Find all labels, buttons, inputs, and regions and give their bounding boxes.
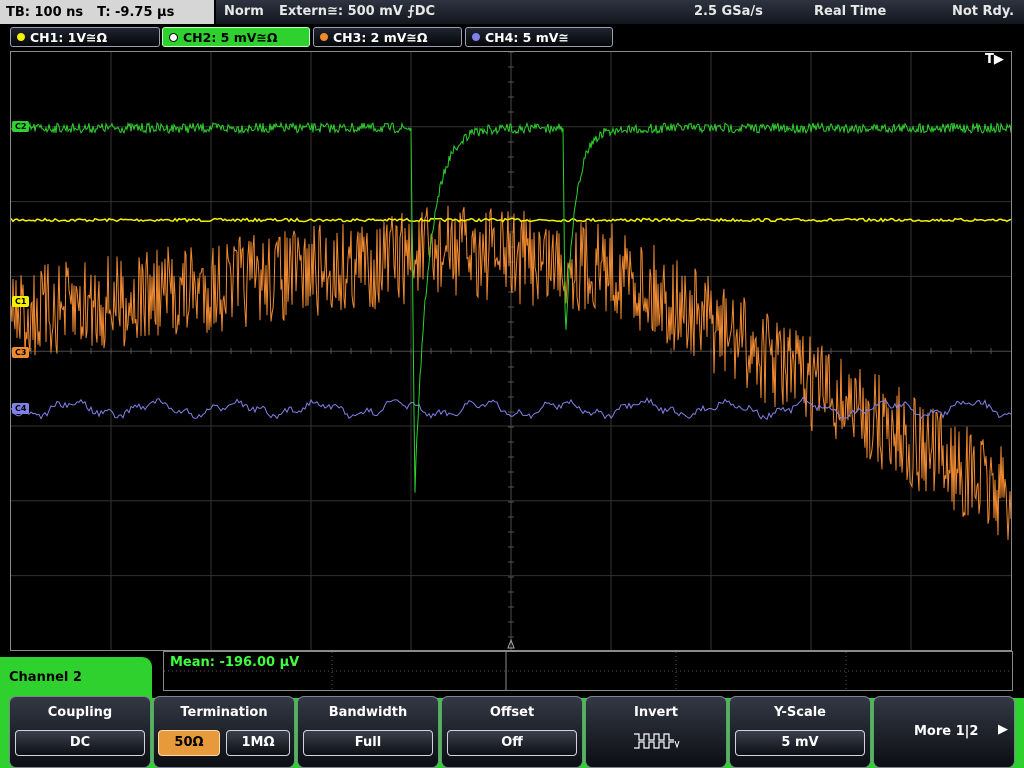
sample-rate: 2.5 GSa/s bbox=[694, 4, 763, 19]
trigger-position-icon: T▶ bbox=[985, 52, 1004, 67]
offset-value[interactable]: Off bbox=[447, 730, 577, 756]
ready-status: Not Rdy. bbox=[952, 4, 1015, 19]
invert-softkey[interactable]: Invert bbox=[585, 696, 727, 768]
yscale-softkey[interactable]: Y-Scale 5 mV bbox=[729, 696, 871, 768]
coupling-softkey[interactable]: Coupling DC bbox=[9, 696, 151, 768]
ch1-dot-icon bbox=[17, 33, 25, 41]
invert-label: Invert bbox=[633, 705, 678, 720]
ch3-label: CH3: 2 mV≅Ω bbox=[333, 29, 428, 45]
ch3-dot-icon bbox=[320, 33, 328, 41]
acquisition-mode: Real Time bbox=[814, 4, 887, 19]
termination-1m-ohm[interactable]: 1MΩ bbox=[226, 730, 290, 756]
trigger-time: T: -9.75 µs bbox=[97, 4, 175, 20]
tab-ch2[interactable]: CH2: 5 mV≅Ω bbox=[162, 27, 310, 47]
grid-lines bbox=[11, 52, 1011, 650]
trigger-setting[interactable]: Extern≅: 500 mV ⨍DC bbox=[279, 4, 435, 19]
timebase-box[interactable]: TB: 100 ns T: -9.75 µs bbox=[0, 0, 214, 24]
termination-label: Termination bbox=[180, 705, 268, 720]
ch2-label: CH2: 5 mV≅Ω bbox=[183, 29, 278, 45]
tab-ch4[interactable]: CH4: 5 mV≅ bbox=[465, 27, 613, 47]
ch2-level-marker[interactable]: C2 bbox=[12, 121, 30, 132]
menu-title-text: Channel 2 bbox=[9, 670, 82, 685]
status-bar: Norm Extern≅: 500 mV ⨍DC 2.5 GSa/s Real … bbox=[216, 0, 1024, 24]
offset-softkey[interactable]: Offset Off bbox=[441, 696, 583, 768]
ch4-level-marker[interactable]: C4 bbox=[12, 403, 30, 414]
termination-50-ohm[interactable]: 50Ω bbox=[158, 730, 220, 756]
coupling-label: Coupling bbox=[47, 705, 113, 720]
tab-ch3[interactable]: CH3: 2 mV≅Ω bbox=[313, 27, 462, 47]
ch4-dot-icon bbox=[472, 33, 480, 41]
timebase-value: TB: 100 ns bbox=[6, 4, 84, 20]
tab-ch1[interactable]: CH1: 1V≅Ω bbox=[10, 27, 160, 47]
ch4-label: CH4: 5 mV≅ bbox=[485, 29, 569, 45]
ch2-dot-icon bbox=[169, 32, 178, 42]
yscale-value[interactable]: 5 mV bbox=[735, 730, 865, 756]
bandwidth-value[interactable]: Full bbox=[303, 730, 433, 756]
ch1-label: CH1: 1V≅Ω bbox=[30, 29, 108, 45]
bandwidth-label: Bandwidth bbox=[328, 705, 408, 720]
more-arrow-icon: ▶ bbox=[998, 722, 1008, 737]
yscale-label: Y-Scale bbox=[773, 705, 826, 720]
mean-measurement: Mean: -196.00 µV bbox=[170, 655, 300, 670]
ch3-level-marker[interactable]: C3 bbox=[12, 347, 30, 358]
waveform-svg bbox=[11, 52, 1011, 650]
bandwidth-softkey[interactable]: Bandwidth Full bbox=[297, 696, 439, 768]
ch1-level-marker[interactable]: C1 bbox=[12, 296, 30, 307]
more-label: More 1|2 bbox=[914, 724, 979, 739]
offset-label: Offset bbox=[489, 705, 535, 720]
menu-title: Channel 2 bbox=[0, 657, 152, 699]
invert-waveform-icon bbox=[634, 733, 680, 749]
more-softkey[interactable]: More 1|2 ▶ bbox=[873, 696, 1015, 768]
waveform-display[interactable] bbox=[10, 51, 1012, 651]
termination-softkey[interactable]: Termination 50Ω 1MΩ bbox=[153, 696, 295, 768]
acq-mode-norm[interactable]: Norm bbox=[224, 4, 264, 19]
coupling-value[interactable]: DC bbox=[15, 730, 145, 756]
